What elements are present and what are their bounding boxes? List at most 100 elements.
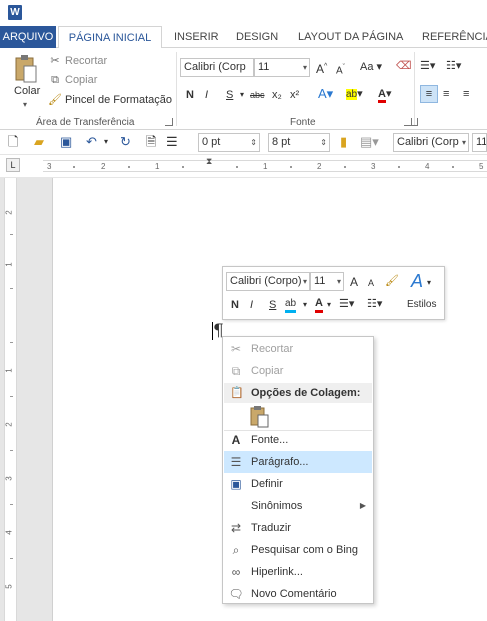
- menu-item-recortar[interactable]: ✂ Recortar: [224, 338, 372, 360]
- qat-font-size-value: 11: [476, 136, 487, 148]
- spacing-icon[interactable]: ☰: [166, 134, 178, 150]
- menu-item-paragrafo[interactable]: ☰ Parágrafo...: [224, 451, 372, 473]
- text-effects-icon[interactable]: A▾: [318, 85, 333, 103]
- mini-grow-font-button[interactable]: A: [350, 274, 358, 290]
- bullets-icon[interactable]: ☰▾: [420, 57, 435, 75]
- menu-item-traduzir[interactable]: ⇄ Traduzir: [224, 517, 372, 539]
- menu-item-label: Sinônimos: [251, 500, 303, 512]
- mini-shrink-font-button[interactable]: A: [368, 275, 374, 291]
- chevron-down-icon[interactable]: ▾: [327, 297, 331, 313]
- underline-button[interactable]: S: [226, 86, 233, 104]
- clipboard-launcher-icon[interactable]: [165, 118, 173, 126]
- menu-item-definir[interactable]: ▣ Definir: [224, 473, 372, 495]
- menu-item-label: Hiperlink...: [251, 566, 303, 578]
- copy-button[interactable]: ⧉ Copiar: [48, 71, 97, 89]
- tab-layout-da-pagina[interactable]: LAYOUT DA PÁGINA: [298, 26, 403, 48]
- shrink-font-button[interactable]: Aˇ: [336, 59, 345, 80]
- mini-underline-button[interactable]: S: [269, 297, 276, 313]
- new-document-icon[interactable]: 🗋: [8, 134, 18, 150]
- mini-font-family-select[interactable]: Calibri (Corpo) ▾: [226, 272, 310, 291]
- copy-icon: ⧉: [51, 74, 59, 86]
- mini-font-size-select[interactable]: 11 ▾: [310, 272, 344, 291]
- align-left-button[interactable]: ≡: [420, 85, 438, 103]
- styles-dropdown-icon[interactable]: ▾: [427, 275, 431, 291]
- tab-design[interactable]: DESIGN: [236, 26, 278, 48]
- mini-brush-icon[interactable]: 🖌: [385, 273, 399, 289]
- highlight-color-icon[interactable]: ab▾: [346, 85, 363, 104]
- save-icon[interactable]: ▣: [60, 134, 72, 150]
- clipboard-group-label: Área de Transferência: [36, 117, 135, 128]
- group-divider: [176, 52, 177, 126]
- indent-marker-icon[interactable]: ⧗: [206, 156, 212, 167]
- font-family-select[interactable]: Calibri (Corp: [180, 58, 254, 77]
- qat-font-family-select[interactable]: Calibri (Corp ▾: [393, 133, 469, 152]
- copy-icon: ⧉: [231, 364, 241, 378]
- paste-icon[interactable]: [14, 54, 38, 84]
- word-app-icon[interactable]: W: [8, 5, 22, 20]
- spacing-after-input[interactable]: 8 pt ⇕: [268, 133, 330, 152]
- align-center-button[interactable]: ≡: [443, 85, 449, 103]
- page-icon[interactable]: ▮: [340, 134, 347, 150]
- cut-button[interactable]: ✂ Recortar: [48, 52, 107, 70]
- context-menu: ✂ Recortar ⧉ Copiar 📋 Opções de Colagem:…: [222, 336, 374, 604]
- borders-icon[interactable]: ▤▾: [360, 134, 379, 150]
- menu-item-copiar[interactable]: ⧉ Copiar: [224, 360, 372, 382]
- mini-italic-button[interactable]: I: [250, 297, 253, 313]
- underline-dropdown-icon[interactable]: ▾: [240, 86, 244, 104]
- qat-font-size-select[interactable]: 11: [472, 133, 487, 152]
- tab-arquivo[interactable]: ARQUIVO: [0, 26, 56, 48]
- format-painter-button[interactable]: 🖌 Pincel de Formatação: [48, 91, 172, 109]
- ruler-number: 3: [371, 162, 376, 171]
- mini-font-color-button[interactable]: A: [315, 297, 323, 313]
- strikethrough-button[interactable]: abc: [250, 86, 265, 104]
- cut-label: Recortar: [65, 55, 108, 67]
- paste-dropdown-icon[interactable]: ▾: [23, 100, 27, 109]
- styles-label[interactable]: Estilos: [407, 297, 436, 313]
- subscript-button[interactable]: x₂: [272, 86, 282, 104]
- tab-selector-icon[interactable]: L: [6, 158, 20, 172]
- chevron-down-icon[interactable]: ▾: [303, 297, 307, 313]
- numbering-icon[interactable]: ☷▾: [446, 57, 461, 75]
- tab-referencias[interactable]: REFERÊNCIAS: [422, 26, 487, 48]
- qat-font-family-value: Calibri (Corp: [397, 136, 459, 148]
- ruler-number: 2: [4, 422, 14, 427]
- change-case-button[interactable]: Aa ▾: [360, 58, 382, 76]
- redo-icon[interactable]: ↻: [120, 134, 131, 150]
- chevron-down-icon: ▾: [461, 138, 466, 147]
- menu-item-hiperlink[interactable]: ∞ Hiperlink...: [224, 561, 372, 583]
- chevron-down-icon: ▾: [302, 277, 307, 286]
- font-color-icon[interactable]: A▾: [378, 85, 391, 103]
- clear-format-icon[interactable]: ⌫: [396, 57, 412, 75]
- tab-pagina-inicial[interactable]: PÁGINA INICIAL: [58, 26, 162, 49]
- align-right-button[interactable]: ≡: [463, 85, 469, 103]
- italic-button[interactable]: I: [205, 86, 208, 104]
- ruler-number: 2: [101, 162, 106, 171]
- font-size-select[interactable]: 11 ▾: [254, 58, 310, 77]
- styles-glyph-icon[interactable]: A: [411, 270, 423, 292]
- bold-button[interactable]: N: [186, 86, 194, 104]
- open-folder-icon[interactable]: ▰: [34, 134, 44, 150]
- paste-keep-formatting-icon[interactable]: [249, 405, 271, 429]
- ruler-number: 3: [4, 476, 14, 481]
- mini-bold-button[interactable]: N: [231, 297, 239, 313]
- ruler-tick: [73, 166, 75, 168]
- paragraph-launcher-icon[interactable]: [410, 118, 418, 126]
- print-preview-icon[interactable]: 🗎: [146, 134, 156, 150]
- mini-bullets-icon[interactable]: ☰▾: [339, 296, 354, 312]
- grow-font-label: A: [316, 62, 325, 76]
- mini-numbering-icon[interactable]: ☷▾: [367, 296, 382, 312]
- superscript-button[interactable]: x²: [290, 86, 299, 104]
- undo-dropdown-icon[interactable]: ▾: [104, 134, 108, 150]
- menu-item-sinonimos[interactable]: Sinônimos ▶: [224, 495, 372, 517]
- ruler-number: 2: [317, 162, 322, 171]
- menu-item-pesquisar-bing[interactable]: ⌕ Pesquisar com o Bing: [224, 539, 372, 561]
- tab-inserir[interactable]: INSERIR: [174, 26, 219, 48]
- paste-button-label[interactable]: Colar: [14, 85, 40, 97]
- menu-item-novo-comentario[interactable]: 🗨 Novo Comentário: [224, 583, 372, 605]
- menu-item-fonte[interactable]: A Fonte...: [224, 429, 372, 451]
- ruler-track[interactable]: 3 2 1 1 2 3 4 5 ⧗: [43, 156, 487, 172]
- undo-icon[interactable]: ↶: [86, 134, 97, 150]
- spacing-before-input[interactable]: 0 pt ⇕: [198, 133, 260, 152]
- grow-font-button[interactable]: A^: [316, 58, 327, 78]
- mini-highlight-button[interactable]: ab: [285, 297, 297, 313]
